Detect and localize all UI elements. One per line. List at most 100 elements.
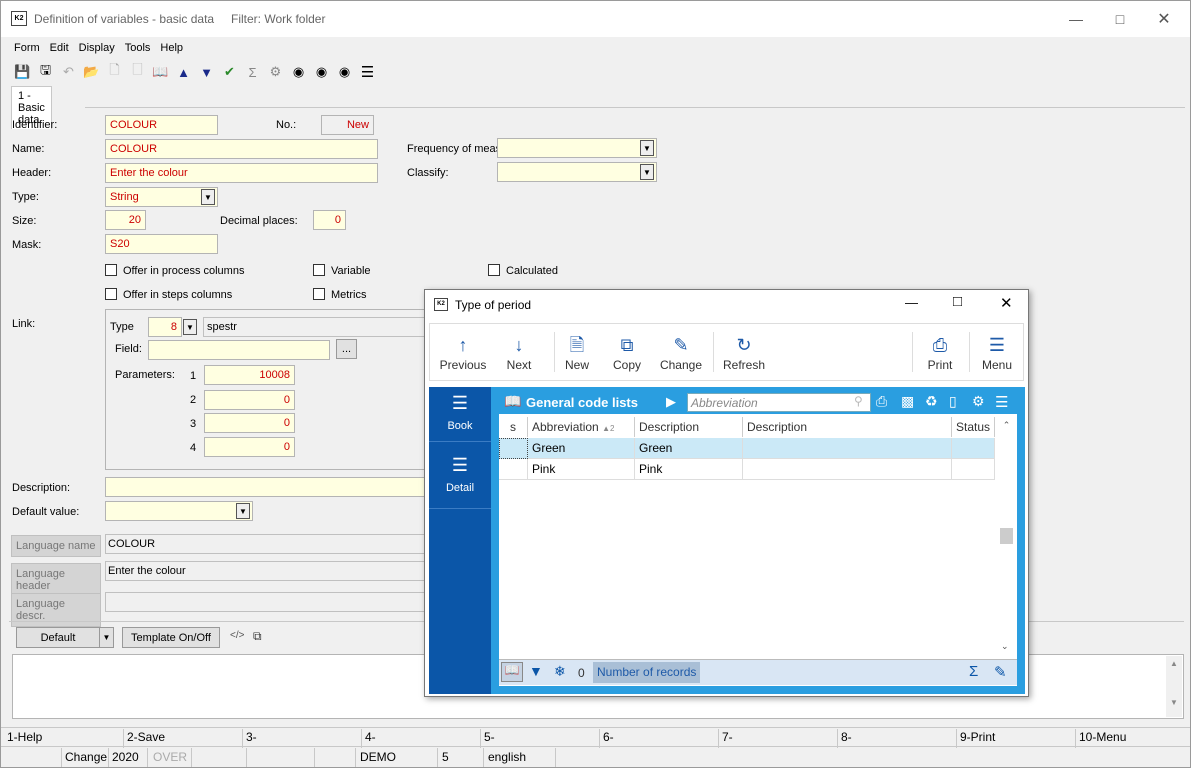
chevron-down-icon[interactable]: ▼ bbox=[1166, 698, 1182, 707]
binoculars-next-icon[interactable]: ◉ bbox=[310, 61, 333, 83]
new-button[interactable]: 🗎 New bbox=[549, 332, 605, 372]
sidebar-item-book[interactable]: ☰ Book bbox=[429, 387, 491, 442]
book-icon[interactable]: 📖 bbox=[504, 393, 521, 410]
arrow-down-icon[interactable]: ▼ bbox=[195, 61, 218, 83]
search-icon[interactable]: ⚲ bbox=[854, 394, 863, 408]
gear-icon[interactable]: ⚙ bbox=[972, 393, 985, 410]
menu-button[interactable]: ☰ Menu bbox=[969, 332, 1025, 372]
chevron-down-icon[interactable]: ▼ bbox=[183, 319, 197, 335]
grid-scrollbar[interactable]: ⌃ ⌄ bbox=[999, 416, 1014, 656]
decimal-input[interactable]: 0 bbox=[313, 210, 346, 230]
fkey-10[interactable]: 10-Menu bbox=[1079, 730, 1126, 744]
fkey-9[interactable]: 9-Print bbox=[960, 730, 995, 744]
menu-help[interactable]: Help bbox=[155, 39, 188, 59]
menu-display[interactable]: Display bbox=[74, 39, 120, 59]
scroll-thumb[interactable] bbox=[1000, 528, 1013, 544]
external-link-icon[interactable]: ⧉ bbox=[253, 629, 262, 644]
chevron-down-icon[interactable]: ▼ bbox=[640, 164, 654, 180]
arrow-up-icon[interactable]: ▲ bbox=[172, 61, 195, 83]
default-dropdown-button[interactable]: ▼ bbox=[99, 627, 114, 648]
chevron-down-icon[interactable]: ▼ bbox=[236, 503, 250, 519]
col-header-description-2[interactable]: Description bbox=[743, 417, 952, 437]
undo-icon[interactable]: ↶ bbox=[57, 61, 80, 83]
fkey-6[interactable]: 6- bbox=[603, 730, 614, 744]
close-button[interactable]: ✕ bbox=[1000, 294, 1013, 312]
mask-input[interactable]: S20 bbox=[105, 234, 218, 254]
printer-icon[interactable]: ⎙ bbox=[876, 393, 887, 410]
maximize-button[interactable]: □ bbox=[953, 293, 962, 310]
menu-edit[interactable]: Edit bbox=[45, 39, 74, 59]
variable-checkbox[interactable] bbox=[313, 264, 325, 276]
classify-select[interactable] bbox=[497, 162, 657, 182]
close-button[interactable]: ✕ bbox=[1141, 7, 1187, 31]
chart-icon[interactable]: ▩ bbox=[901, 393, 914, 410]
description-input[interactable] bbox=[105, 477, 435, 497]
col-header-status[interactable]: Status bbox=[952, 417, 995, 437]
header-input[interactable]: Enter the colour bbox=[105, 163, 378, 183]
maximize-button[interactable]: □ bbox=[1097, 7, 1143, 31]
open-folder-icon[interactable]: 📂 bbox=[80, 61, 103, 83]
save-icon[interactable]: 💾 bbox=[11, 61, 34, 83]
chevron-up-icon[interactable]: ▲ bbox=[1166, 659, 1182, 668]
identifier-input[interactable]: COLOUR bbox=[105, 115, 218, 135]
pencil-icon[interactable]: ✎ bbox=[994, 663, 1007, 681]
fkey-3[interactable]: 3- bbox=[246, 730, 257, 744]
save-as-icon[interactable]: 🖫 bbox=[34, 61, 57, 83]
notes-scrollbar[interactable]: ▲ ▼ bbox=[1166, 656, 1182, 717]
template-toggle-button[interactable]: Template On/Off bbox=[122, 627, 220, 648]
copy-button[interactable]: ⧉ Copy bbox=[599, 332, 655, 372]
search-input[interactable]: Abbreviation bbox=[687, 393, 871, 412]
filter-icon[interactable]: ▼ bbox=[529, 663, 543, 679]
previous-button[interactable]: ↑ Previous bbox=[435, 332, 491, 372]
find-replace-icon[interactable]: ⚙ bbox=[264, 61, 287, 83]
refresh-button[interactable]: ↻ Refresh bbox=[716, 332, 772, 372]
default-value-select[interactable] bbox=[105, 501, 253, 521]
sum-icon[interactable]: Σ bbox=[969, 663, 978, 680]
menu-form[interactable]: Form bbox=[9, 39, 45, 59]
new-document-icon[interactable]: 🗋 bbox=[103, 61, 126, 83]
fkey-7[interactable]: 7- bbox=[722, 730, 733, 744]
link-type-input[interactable]: 8 bbox=[148, 317, 182, 337]
fkey-5[interactable]: 5- bbox=[484, 730, 495, 744]
menu-tools[interactable]: Tools bbox=[120, 39, 156, 59]
chevron-up-icon[interactable]: ⌃ bbox=[999, 420, 1014, 431]
binoculars-icon[interactable]: ◉ bbox=[287, 61, 310, 83]
hamburger-menu-icon[interactable]: ☰ bbox=[995, 393, 1008, 411]
col-header-s[interactable]: s bbox=[499, 417, 528, 437]
metrics-checkbox[interactable] bbox=[313, 288, 325, 300]
field-input[interactable] bbox=[148, 340, 330, 360]
copy-document-icon[interactable]: 🗌 bbox=[126, 61, 149, 83]
chevron-down-icon[interactable]: ▼ bbox=[640, 140, 654, 156]
play-icon[interactable]: ▶ bbox=[666, 394, 676, 410]
param-input[interactable]: 0 bbox=[204, 437, 295, 457]
param-input[interactable]: 10008 bbox=[204, 365, 295, 385]
columns-icon[interactable]: ▯ bbox=[949, 393, 957, 410]
frequency-select[interactable] bbox=[497, 138, 657, 158]
book-icon[interactable]: 📖 bbox=[501, 662, 523, 682]
book-icon[interactable]: 📖 bbox=[149, 61, 172, 83]
minimize-button[interactable]: — bbox=[1053, 7, 1099, 31]
fkey-2[interactable]: 2-Save bbox=[127, 730, 165, 744]
binoculars-settings-icon[interactable]: ◉ bbox=[333, 61, 356, 83]
chevron-down-icon[interactable]: ▼ bbox=[201, 189, 215, 205]
chevron-down-icon[interactable]: ⌄ bbox=[1001, 641, 1009, 652]
offer-process-checkbox[interactable] bbox=[105, 264, 117, 276]
sum-icon[interactable]: Σ bbox=[241, 61, 264, 83]
sidebar-item-detail[interactable]: ☰ Detail bbox=[429, 449, 491, 509]
change-button[interactable]: ✎ Change bbox=[653, 332, 709, 372]
fkey-8[interactable]: 8- bbox=[841, 730, 852, 744]
col-header-abbreviation[interactable]: Abbreviation ▲2 bbox=[528, 417, 635, 437]
name-input[interactable]: COLOUR bbox=[105, 139, 378, 159]
language-header-button[interactable]: Language header bbox=[11, 563, 101, 597]
fkey-1[interactable]: 1-Help bbox=[7, 730, 42, 744]
offer-steps-checkbox[interactable] bbox=[105, 288, 117, 300]
default-button[interactable]: Default bbox=[16, 627, 100, 648]
field-browse-button[interactable]: ... bbox=[336, 339, 357, 359]
param-input[interactable]: 0 bbox=[204, 413, 295, 433]
size-input[interactable]: 20 bbox=[105, 210, 146, 230]
col-header-description[interactable]: Description bbox=[635, 417, 743, 437]
print-button[interactable]: ⎙ Print bbox=[912, 332, 968, 372]
calculated-checkbox[interactable] bbox=[488, 264, 500, 276]
hamburger-menu-icon[interactable]: ☰ bbox=[356, 61, 379, 83]
minimize-button[interactable]: — bbox=[905, 295, 918, 310]
